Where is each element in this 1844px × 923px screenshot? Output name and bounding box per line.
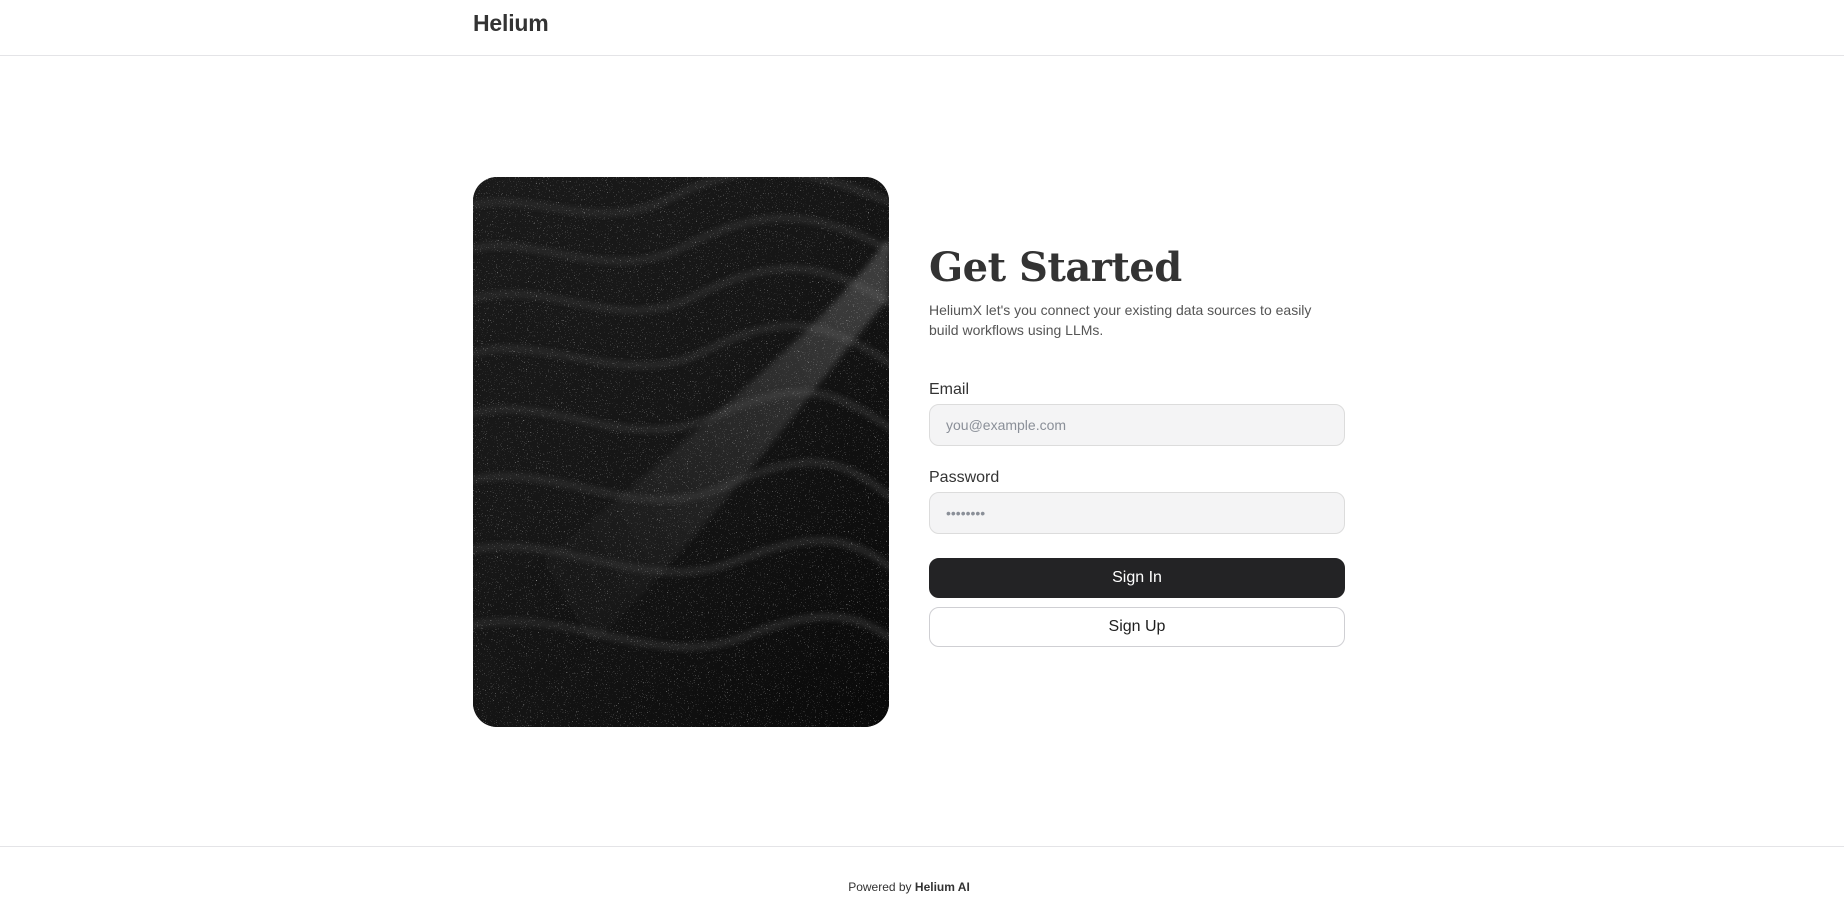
- page-title: Get Started: [929, 244, 1182, 291]
- powered-by-brand[interactable]: Helium AI: [915, 880, 970, 894]
- sand-dunes-image: [473, 177, 889, 727]
- brand-logo[interactable]: Helium: [473, 10, 549, 37]
- hero-image: [473, 177, 889, 727]
- powered-by-prefix: Powered by: [848, 880, 912, 894]
- password-label: Password: [929, 469, 1000, 486]
- email-input[interactable]: [929, 404, 1345, 446]
- page-footer: Powered by Helium AI: [0, 846, 1844, 923]
- signin-form: Get Started HeliumX let's you connect yo…: [929, 242, 1345, 647]
- sign-in-button[interactable]: Sign In: [929, 558, 1345, 598]
- email-label: Email: [929, 381, 970, 398]
- top-header: Helium: [0, 0, 1844, 56]
- powered-by-text: Powered by Helium AI: [0, 880, 1818, 894]
- password-input[interactable]: [929, 492, 1345, 534]
- sign-up-button[interactable]: Sign Up: [929, 607, 1345, 647]
- page-subtitle: HeliumX let's you connect your existing …: [929, 302, 1312, 338]
